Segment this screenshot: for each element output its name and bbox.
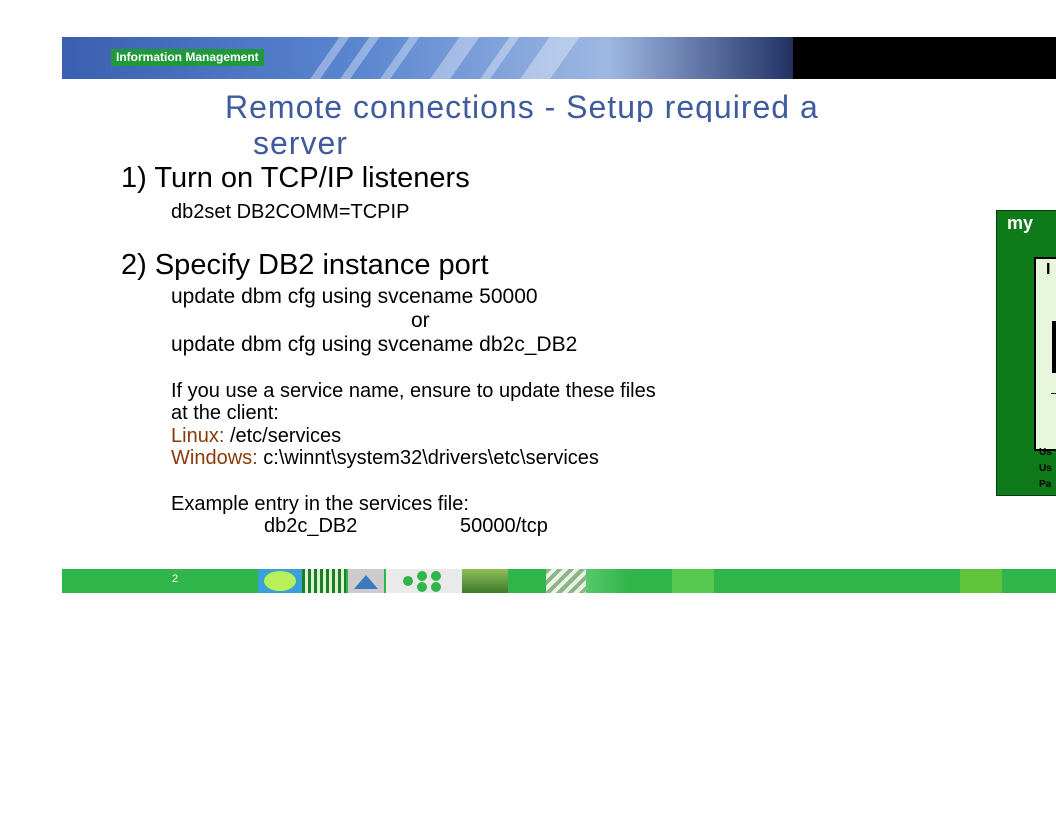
footer-graphic bbox=[348, 569, 384, 593]
slide: Information Management Remote connection… bbox=[0, 0, 1056, 816]
panel-inner-box: I – bbox=[1034, 257, 1056, 451]
example-port: 50000/tcp bbox=[460, 515, 548, 537]
banner-stripe bbox=[417, 37, 487, 79]
panel-title: my bbox=[1007, 213, 1034, 233]
note-line-2: at the client: bbox=[171, 402, 279, 424]
banner-stripe bbox=[507, 37, 587, 79]
step-2-or: or bbox=[411, 309, 430, 332]
slide-title: Remote connections - Setup required a bbox=[225, 92, 819, 122]
linux-path: /etc/services bbox=[229, 425, 342, 447]
panel-inner-letter: I bbox=[1046, 261, 1051, 278]
footer-graphic bbox=[462, 569, 508, 593]
step-2-command-1: update dbm cfg using svcename 50000 bbox=[171, 285, 538, 308]
banner-dark-area bbox=[793, 37, 1056, 79]
page-number: 2 bbox=[172, 573, 179, 585]
footer-graphic bbox=[672, 569, 714, 593]
footer-graphic bbox=[546, 569, 586, 593]
banner-stripe bbox=[467, 37, 527, 79]
brand-tag: Information Management bbox=[111, 49, 264, 66]
note-windows: Windows: c:\winnt\system32\drivers\etc\s… bbox=[171, 447, 599, 470]
step-2-heading: 2) Specify DB2 instance port bbox=[121, 249, 489, 281]
example-service: db2c_DB2 bbox=[264, 515, 358, 537]
panel-label: Us bbox=[1039, 447, 1052, 458]
note-line-1: If you use a service name, ensure to upd… bbox=[171, 380, 656, 402]
step-2-command-2: update dbm cfg using svcename db2c_DB2 bbox=[171, 333, 578, 356]
step-1-command: db2set DB2COMM=TCPIP bbox=[171, 201, 410, 223]
windows-label: Windows: bbox=[171, 447, 258, 469]
config-panel: my I – Us Us Pa bbox=[996, 210, 1056, 496]
windows-path: c:\winnt\system32\drivers\etc\services bbox=[263, 447, 599, 469]
banner-stripe bbox=[367, 37, 427, 79]
panel-inner-dash: – bbox=[1051, 384, 1056, 400]
footer-graphic bbox=[586, 569, 630, 593]
slide-title-line2: server bbox=[253, 125, 348, 161]
linux-label: Linux: bbox=[171, 425, 225, 447]
panel-labels: Us Us Pa bbox=[1039, 445, 1052, 493]
step-1-heading: 1) Turn on TCP/IP listeners bbox=[121, 162, 470, 194]
example-label: Example entry in the services file: bbox=[171, 493, 469, 515]
note-linux: Linux: /etc/services bbox=[171, 425, 341, 448]
footer-graphic bbox=[386, 569, 462, 593]
footer-graphic bbox=[960, 569, 1002, 593]
footer-strip: 2 bbox=[62, 569, 1056, 593]
panel-inner-bar bbox=[1052, 321, 1056, 373]
panel-label: Us bbox=[1039, 463, 1052, 474]
footer-graphic bbox=[302, 569, 346, 593]
panel-label: Pa bbox=[1039, 479, 1052, 490]
